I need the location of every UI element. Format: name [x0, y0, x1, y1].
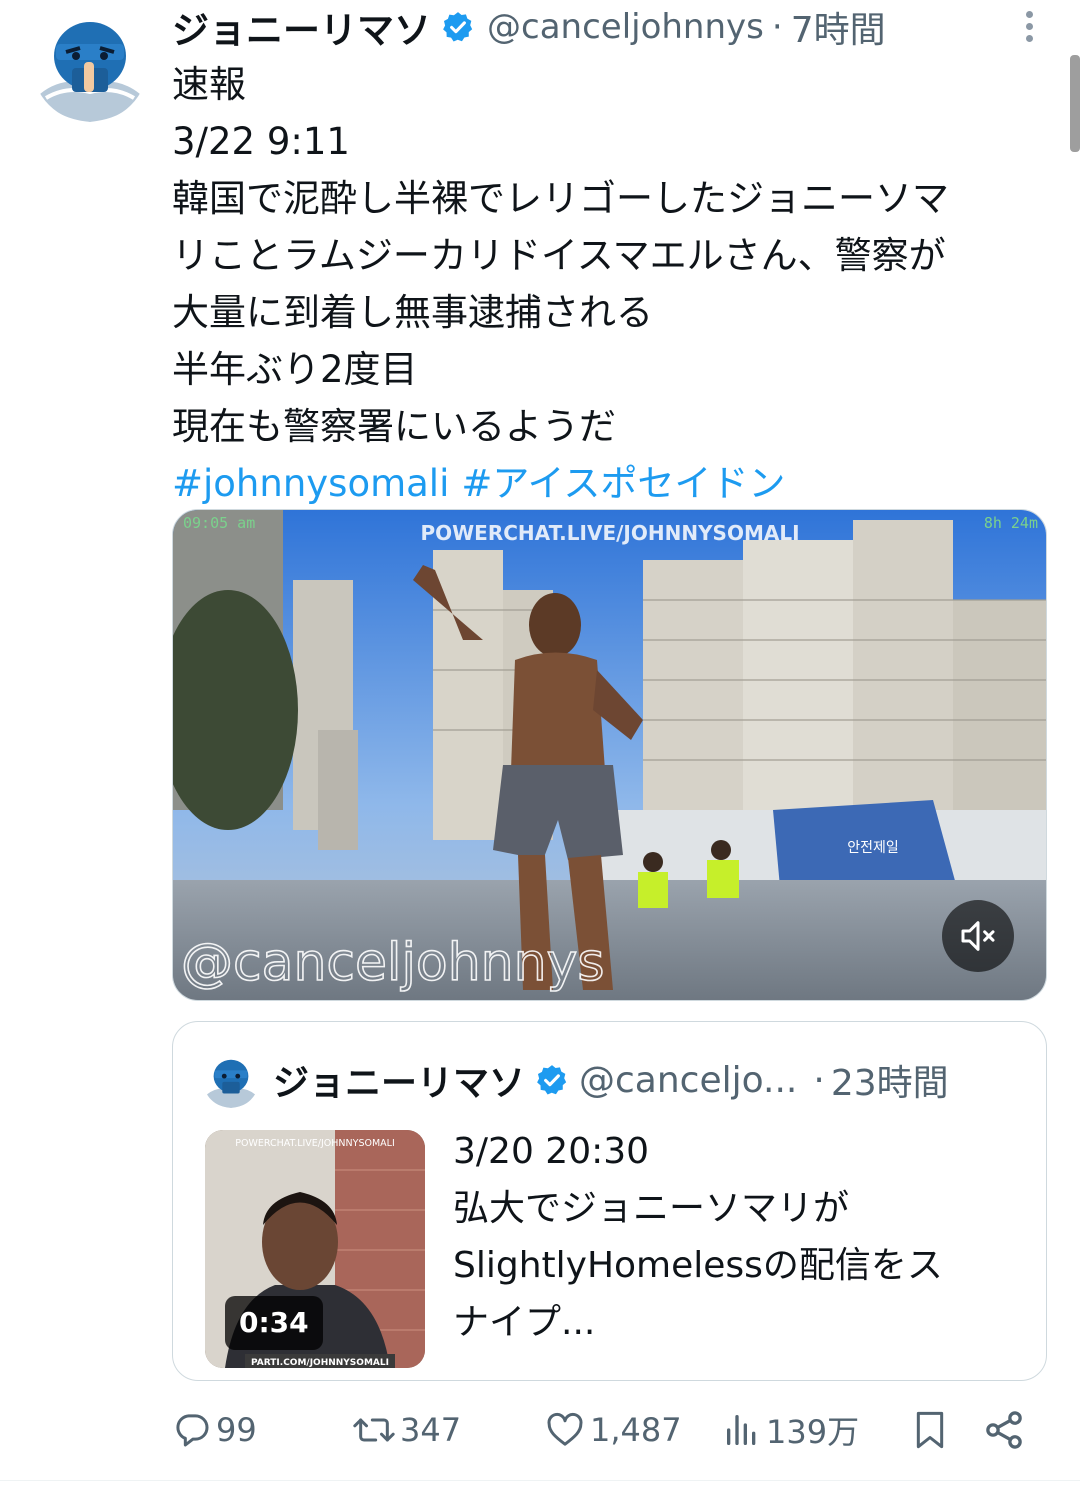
quoted-header-separator: · [813, 1059, 825, 1101]
thumb-top-text: POWERCHAT.LIVE/JOHNNYSOMALI [235, 1138, 395, 1149]
quoted-video-thumbnail[interactable]: POWERCHAT.LIVE/JOHNNYSOMALI PARTI.COM/JO… [205, 1130, 425, 1368]
like-count: 1,487 [590, 1411, 682, 1449]
retweet-icon [353, 1418, 395, 1442]
quoted-author-handle: @canceljo... [579, 1059, 798, 1101]
quoted-author-name: ジョニーリマソ [273, 1063, 526, 1104]
hashtag-line: #johnnysomali #アイスポセイドン [172, 455, 1052, 512]
bookmark-icon [916, 1411, 944, 1449]
quoted-text-line: ナイプ... [453, 1302, 596, 1343]
body-line: 速報 [172, 63, 246, 106]
video-overlay-url: POWERCHAT.LIVE/JOHNNYSOMALI [420, 521, 799, 545]
video-overlay-duration: 8h 24m [984, 514, 1038, 532]
video-duration-badge: 0:34 [225, 1296, 323, 1350]
quoted-tweet-text: 3/20 20:30 弘大でジョニーソマリが SlightlyHomelessの… [453, 1123, 1033, 1351]
tweet-body: 速報 3/22 9:11 韓国で泥酔し半裸でレリゴーしたジョニーソマ リことラム… [172, 56, 1052, 512]
scrollbar-thumb[interactable] [1070, 55, 1080, 152]
body-line: 韓国で泥酔し半裸でレリゴーしたジョニーソマ [172, 177, 949, 220]
quoted-text-line: 3/20 20:30 [453, 1131, 650, 1172]
thumb-bottom-text: PARTI.COM/JOHNNYSOMALI [251, 1358, 389, 1368]
retweet-count: 347 [400, 1411, 462, 1449]
barrier-sign-text: 안전제일 [847, 840, 899, 856]
video-player[interactable]: 안전제일 POWERCHAT.LIVE/JOHNNYSOMALI 09:05 a… [172, 509, 1047, 1001]
quoted-tweet-header: ジョニーリマソ @canceljo... · 23時間 [203, 1052, 1022, 1108]
body-line: 半年ぶり2度目 [172, 348, 418, 391]
body-line: 現在も警察署にいるようだ [172, 405, 616, 448]
quoted-post-time: 23時間 [830, 1063, 949, 1104]
like-button[interactable]: 1,487 [544, 1400, 682, 1460]
video-frame: 안전제일 POWERCHAT.LIVE/JOHNNYSOMALI 09:05 a… [173, 510, 1046, 1000]
post-time[interactable]: 7時間 [791, 1, 886, 53]
views-button[interactable]: 139万 [722, 1400, 859, 1460]
bookmark-button[interactable] [910, 1400, 950, 1460]
video-overlay-clock: 09:05 am [183, 514, 255, 532]
tweet-header: ジョニーリマソ @canceljohnnys · 7時間 [172, 2, 1080, 52]
mute-button[interactable] [942, 900, 1014, 972]
share-icon [986, 1411, 1022, 1449]
body-line: リことラムジーカリドイスマエルさん、警察が [172, 234, 946, 277]
author-avatar[interactable] [32, 6, 148, 122]
verified-badge-icon [537, 1065, 567, 1095]
reply-count: 99 [216, 1411, 257, 1449]
quoted-text-line: SlightlyHomelessの配信をス [453, 1245, 943, 1286]
action-bar: 99 347 1,487 139万 [172, 1400, 1052, 1460]
divider [0, 1480, 1080, 1481]
quoted-tweet[interactable]: ジョニーリマソ @canceljo... · 23時間 POWERCHAT.LI… [172, 1021, 1047, 1381]
hashtag-link[interactable]: #johnnysomali [172, 462, 449, 505]
body-line: 3/22 9:11 [172, 120, 350, 163]
hashtag-link[interactable]: #アイスポセイドン [461, 462, 785, 505]
video-watermark: @canceljohnnys [181, 933, 604, 993]
speaker-muted-icon [961, 921, 995, 951]
body-line: 大量に到着し無事逮捕される [172, 291, 653, 334]
header-separator: · [771, 7, 783, 47]
reply-button[interactable]: 99 [172, 1400, 257, 1460]
author-name[interactable]: ジョニーリマソ [172, 0, 431, 54]
quoted-author-avatar [203, 1052, 259, 1108]
quoted-text-line: 弘大でジョニーソマリが [453, 1188, 850, 1229]
share-button[interactable] [982, 1400, 1026, 1460]
author-handle[interactable]: @canceljohnnys [487, 7, 764, 47]
heart-icon [547, 1412, 583, 1446]
view-count: 139万 [766, 1413, 860, 1451]
more-options-icon[interactable] [1022, 8, 1036, 46]
views-chart-icon [727, 1415, 756, 1445]
retweet-button[interactable]: 347 [352, 1400, 461, 1460]
verified-badge-icon [443, 12, 473, 42]
reply-icon [176, 1414, 209, 1447]
